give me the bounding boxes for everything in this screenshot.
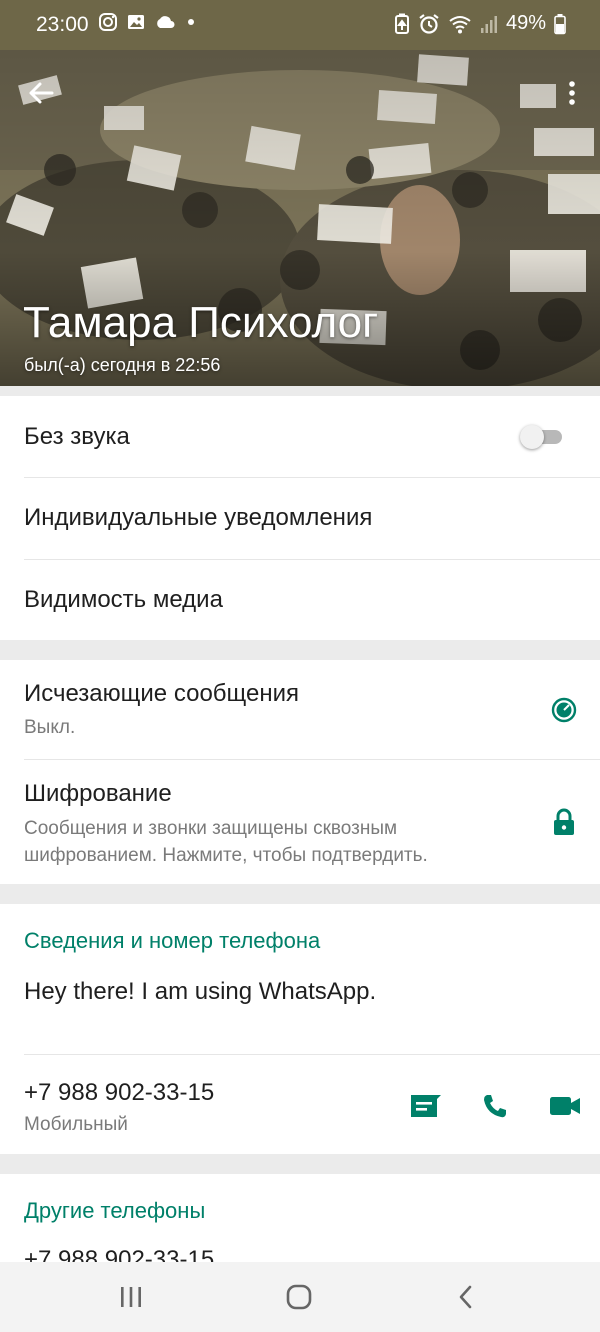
phone-row[interactable]: +7 988 902-33-15 Мобильный bbox=[0, 1055, 600, 1154]
status-bar: 23:00 49% bbox=[0, 0, 600, 50]
privacy-card: Исчезающие сообщения Выкл. Шифрование Со… bbox=[0, 660, 600, 884]
battery-icon bbox=[554, 13, 566, 34]
phone-call-icon[interactable] bbox=[481, 1092, 509, 1120]
back-arrow-icon[interactable] bbox=[24, 76, 58, 110]
navigation-bar bbox=[0, 1262, 600, 1332]
mute-toggle[interactable] bbox=[520, 425, 566, 449]
about-status[interactable]: Hey there! I am using WhatsApp. bbox=[0, 964, 600, 1054]
about-card: Сведения и номер телефона Hey there! I a… bbox=[0, 904, 600, 1154]
gallery-icon bbox=[128, 15, 144, 29]
encryption-desc-line2: шифрованием. Нажмите, чтобы подтвердить. bbox=[24, 845, 428, 866]
last-seen: был(-а) сегодня в 22:56 bbox=[24, 355, 221, 375]
lock-icon bbox=[554, 808, 574, 835]
encryption-row[interactable]: Шифрование Сообщения и звонки защищены с… bbox=[0, 760, 600, 884]
disappearing-messages-title: Исчезающие сообщения bbox=[24, 680, 300, 707]
about-section-title: Сведения и номер телефона bbox=[24, 928, 321, 953]
encryption-title: Шифрование bbox=[24, 780, 172, 807]
contact-name: Тамара Психолог bbox=[23, 298, 379, 347]
about-status-text: Hey there! I am using WhatsApp. bbox=[24, 978, 377, 1005]
wifi-icon bbox=[449, 15, 471, 33]
video-call-icon[interactable] bbox=[549, 1095, 581, 1117]
recent-apps-icon[interactable] bbox=[118, 1282, 144, 1312]
phone-type: Мобильный bbox=[24, 1114, 128, 1135]
other-phone-number[interactable]: +7 988 902-33-15 bbox=[24, 1246, 214, 1262]
custom-notifications-row[interactable]: Индивидуальные уведомления bbox=[0, 478, 600, 559]
mute-label: Без звука bbox=[24, 423, 130, 450]
cloud-icon bbox=[157, 16, 175, 28]
message-icon[interactable] bbox=[409, 1093, 443, 1119]
signal-icon bbox=[480, 15, 497, 33]
media-visibility-label: Видимость медиа bbox=[24, 586, 223, 613]
encryption-desc-line1: Сообщения и звонки защищены сквозным bbox=[24, 818, 398, 839]
disappearing-messages-value: Выкл. bbox=[24, 717, 76, 738]
dot-icon bbox=[188, 19, 194, 25]
home-icon[interactable] bbox=[284, 1282, 314, 1312]
encryption-description: Сообщения и звонки защищены сквозным шиф… bbox=[24, 815, 428, 869]
timer-icon bbox=[551, 697, 577, 723]
battery-saver-icon bbox=[394, 13, 409, 34]
custom-notifications-label: Индивидуальные уведомления bbox=[24, 504, 373, 531]
disappearing-messages-row[interactable]: Исчезающие сообщения Выкл. bbox=[0, 660, 600, 759]
alarm-icon bbox=[419, 13, 439, 34]
other-phones-section-title: Другие телефоны bbox=[24, 1198, 206, 1223]
battery-percent: 49% bbox=[505, 12, 546, 34]
media-visibility-row[interactable]: Видимость медиа bbox=[0, 560, 600, 640]
back-nav-icon[interactable] bbox=[454, 1282, 478, 1312]
instagram-icon bbox=[99, 13, 117, 31]
profile-header: Тамара Психолог был(-а) сегодня в 22:56 bbox=[0, 50, 600, 386]
notification-settings-card: Без звука Индивидуальные уведомления Вид… bbox=[0, 396, 600, 640]
phone-number: +7 988 902-33-15 bbox=[24, 1079, 215, 1106]
mute-row[interactable]: Без звука bbox=[0, 396, 600, 477]
more-options-icon[interactable] bbox=[566, 76, 578, 110]
other-phones-card: Другие телефоны +7 988 902-33-15 bbox=[0, 1174, 600, 1262]
status-time: 23:00 bbox=[36, 13, 89, 36]
